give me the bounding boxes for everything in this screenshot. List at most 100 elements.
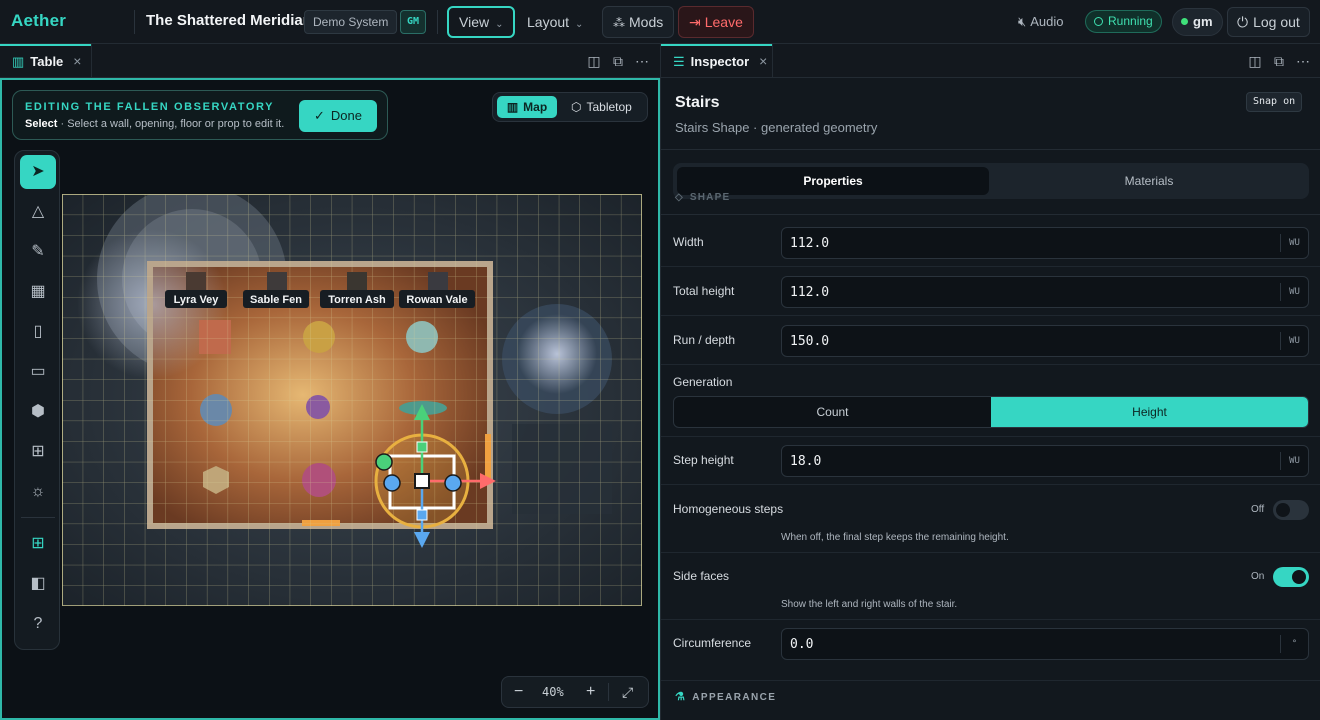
pen-tool-icon[interactable]: ✎ bbox=[20, 235, 56, 269]
close-icon[interactable]: × bbox=[73, 53, 81, 69]
width-handle-right[interactable] bbox=[444, 474, 462, 492]
divider bbox=[437, 10, 438, 34]
editing-banner: EDITING THE FALLEN OBSERVATORY Select · … bbox=[12, 90, 388, 140]
tab-inspector[interactable]: ☰ Inspector × bbox=[661, 44, 773, 78]
help-icon[interactable]: ? bbox=[20, 607, 56, 641]
more-icon[interactable]: ⋯ bbox=[634, 53, 650, 69]
section-shape-header[interactable]: ◇ SHAPE bbox=[675, 192, 730, 203]
generation-height-option[interactable]: Height bbox=[991, 397, 1308, 427]
layout-menu-button[interactable]: Layout ⌄ bbox=[516, 6, 592, 38]
more-icon[interactable]: ⋯ bbox=[1295, 53, 1311, 69]
split-view-icon[interactable]: ◫ bbox=[586, 53, 602, 69]
width-handle-left[interactable] bbox=[383, 474, 401, 492]
audio-toggle[interactable]: 🔇︎ Audio bbox=[1018, 14, 1063, 30]
elevation-handle[interactable] bbox=[375, 453, 393, 471]
zoom-in-icon[interactable]: + bbox=[586, 677, 595, 707]
generation-count-option[interactable]: Count bbox=[674, 397, 991, 427]
row-divider bbox=[661, 484, 1320, 485]
tabletop-mode-button[interactable]: ⬡ Tabletop bbox=[571, 96, 632, 118]
select-tool-icon[interactable]: ➤ bbox=[20, 155, 56, 189]
center-handle[interactable] bbox=[414, 473, 430, 489]
chevron-down-icon: ⌄ bbox=[575, 19, 584, 30]
side-faces-toggle[interactable] bbox=[1273, 567, 1309, 587]
logout-label: Log out bbox=[1253, 14, 1300, 30]
tab-properties[interactable]: Properties bbox=[677, 167, 989, 195]
door-tool-icon[interactable]: ▯ bbox=[20, 315, 56, 349]
layout-menu-label: Layout bbox=[527, 14, 570, 30]
width-label: Width bbox=[673, 235, 704, 249]
token-label[interactable]: Rowan Vale bbox=[406, 294, 467, 306]
chevron-down-icon: ⌄ bbox=[495, 19, 504, 30]
shapes-tool-icon[interactable]: △ bbox=[20, 195, 56, 229]
section-appearance-label: APPEARANCE bbox=[692, 692, 777, 703]
view-menu-label: View bbox=[459, 14, 490, 30]
token-portrait[interactable] bbox=[186, 272, 206, 292]
panel-actions: ◫ ⧉ ⋯ bbox=[1239, 53, 1311, 69]
mods-button[interactable]: ⁂ Mods bbox=[602, 6, 674, 38]
token-portrait[interactable] bbox=[267, 272, 287, 292]
toggle-knob bbox=[1276, 503, 1290, 517]
done-button[interactable]: ✓ Done bbox=[299, 100, 377, 132]
circumference-field[interactable]: 0.0 ° bbox=[781, 628, 1309, 660]
audio-label: Audio bbox=[1030, 14, 1064, 29]
app-logo[interactable]: Aether bbox=[11, 11, 66, 31]
status-ring-icon bbox=[1094, 17, 1103, 26]
tool-divider bbox=[21, 517, 55, 518]
homogeneous-label: Homogeneous steps bbox=[673, 502, 784, 516]
token-label[interactable]: Lyra Vey bbox=[174, 294, 220, 306]
side-faces-hint: Show the left and right walls of the sta… bbox=[781, 599, 958, 610]
user-chip[interactable]: gm bbox=[1172, 8, 1223, 36]
online-dot-icon bbox=[1181, 18, 1188, 25]
window-tool-icon[interactable]: ▭ bbox=[20, 355, 56, 389]
token-label[interactable]: Torren Ash bbox=[328, 294, 386, 306]
logout-button[interactable]: ⏻ Log out bbox=[1227, 7, 1310, 37]
token-label[interactable]: Sable Fen bbox=[250, 294, 302, 306]
split-view-icon[interactable]: ◫ bbox=[1247, 53, 1263, 69]
step-height-unit: WU bbox=[1280, 452, 1308, 470]
homogeneous-toggle[interactable] bbox=[1273, 500, 1309, 520]
generation-label: Generation bbox=[673, 375, 733, 389]
fullscreen-icon[interactable]: ⤢ bbox=[622, 677, 633, 707]
token-portrait[interactable] bbox=[347, 272, 367, 292]
leave-icon: ⇥ bbox=[689, 14, 701, 30]
run-depth-field[interactable]: 150.0 WU bbox=[781, 325, 1309, 357]
check-icon: ✓ bbox=[314, 108, 325, 123]
panel-toggle-icon[interactable]: ◧ bbox=[20, 567, 56, 601]
status-badge: Running bbox=[1085, 10, 1162, 33]
popout-icon[interactable]: ⧉ bbox=[1271, 53, 1287, 69]
prop-tool-icon[interactable]: ⬢ bbox=[20, 395, 56, 429]
total-height-label: Total height bbox=[673, 284, 735, 298]
token-portrait[interactable] bbox=[428, 272, 448, 292]
tab-table[interactable]: ▥ Table × bbox=[0, 44, 92, 78]
inspector-panel: ☰ Inspector × ◫ ⧉ ⋯ Stairs Stairs Shape · ge… bbox=[660, 44, 1320, 720]
table-tab-bar: ▥ Table × ◫ ⧉ ⋯ bbox=[0, 44, 660, 78]
total-height-field[interactable]: 112.0 WU bbox=[781, 276, 1309, 308]
leave-button[interactable]: ⇥ Leave bbox=[678, 6, 754, 38]
popout-icon[interactable]: ⧉ bbox=[610, 53, 626, 69]
inspector-tabs: Properties Materials bbox=[673, 163, 1309, 199]
light-tool-icon[interactable]: ☼ bbox=[20, 475, 56, 509]
grid-tool-icon[interactable]: ⊞ bbox=[20, 435, 56, 469]
view-menu-button[interactable]: View ⌄ bbox=[447, 6, 515, 38]
tab-materials[interactable]: Materials bbox=[993, 167, 1305, 195]
grid-toggle-icon[interactable]: ⊞ bbox=[20, 527, 56, 561]
tool-rail: ➤ △ ✎ ▦ ▯ ▭ ⬢ ⊞ ☼ ⊞ ◧ ? bbox=[14, 150, 60, 650]
snap-toggle[interactable]: Snap on bbox=[1246, 92, 1303, 112]
height-handle[interactable] bbox=[416, 441, 428, 453]
map-mode-button[interactable]: ▥ Map bbox=[497, 96, 557, 118]
width-field[interactable]: 112.0 WU bbox=[781, 227, 1309, 259]
homogeneous-state: Off bbox=[1251, 504, 1265, 515]
table-panel: ▥ Table × ◫ ⧉ ⋯ EDITING THE FALLEN OBSERVATO… bbox=[0, 44, 660, 720]
close-icon[interactable]: × bbox=[759, 53, 767, 69]
wall-tool-icon[interactable]: ▦ bbox=[20, 275, 56, 309]
status-label: Running bbox=[1108, 14, 1153, 28]
section-appearance-header[interactable]: ⚗ APPEARANCE bbox=[675, 690, 776, 703]
map-scene[interactable]: Lyra Vey Sable Fen Torren Ash Rowan Vale bbox=[62, 194, 642, 606]
speaker-muted-icon: 🔇︎ bbox=[1018, 14, 1027, 29]
zoom-out-icon[interactable]: − bbox=[514, 677, 523, 707]
zoom-level: 40% bbox=[542, 685, 564, 699]
step-height-field[interactable]: 18.0 WU bbox=[781, 445, 1309, 477]
map-canvas[interactable]: EDITING THE FALLEN OBSERVATORY Select · … bbox=[0, 78, 660, 720]
depth-handle[interactable] bbox=[416, 509, 428, 521]
width-unit: WU bbox=[1280, 234, 1308, 252]
